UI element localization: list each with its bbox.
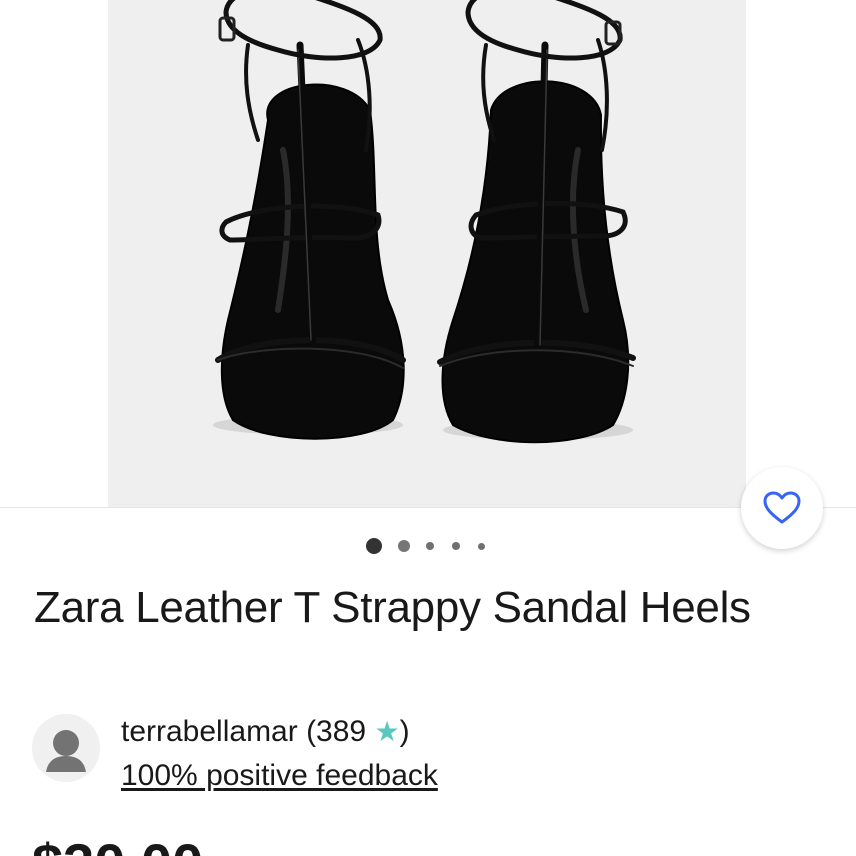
image-pagination[interactable] (366, 536, 485, 556)
gallery-divider (0, 507, 856, 508)
pagination-dot-3[interactable] (426, 542, 434, 550)
seller-name-line[interactable]: terrabellamar (389 ★) (121, 714, 410, 750)
seller-rating-close: ) (399, 715, 410, 748)
listing-title: Zara Leather T Strappy Sandal Heels (34, 583, 751, 632)
seller-username[interactable]: terrabellamar (121, 715, 298, 748)
star-icon: ★ (374, 716, 400, 747)
seller-rating-count: (389 (297, 715, 375, 748)
sandals-illustration (108, 0, 746, 507)
pagination-dot-2[interactable] (398, 540, 410, 552)
item-price: $30.00 (32, 832, 203, 856)
user-avatar-icon (32, 714, 100, 782)
heart-icon (763, 491, 801, 524)
pagination-dot-4[interactable] (452, 542, 460, 550)
product-image[interactable] (108, 0, 746, 507)
item-page: Zara Leather T Strappy Sandal Heels terr… (0, 0, 856, 856)
seller-info[interactable]: terrabellamar (389 ★) 100% positive feed… (32, 714, 792, 804)
pagination-dot-5[interactable] (478, 542, 485, 550)
seller-avatar[interactable] (32, 714, 100, 782)
pagination-dot-1[interactable] (366, 538, 382, 554)
image-gallery[interactable] (0, 0, 856, 508)
watchlist-button[interactable] (741, 467, 823, 549)
seller-feedback-link[interactable]: 100% positive feedback (121, 758, 438, 794)
